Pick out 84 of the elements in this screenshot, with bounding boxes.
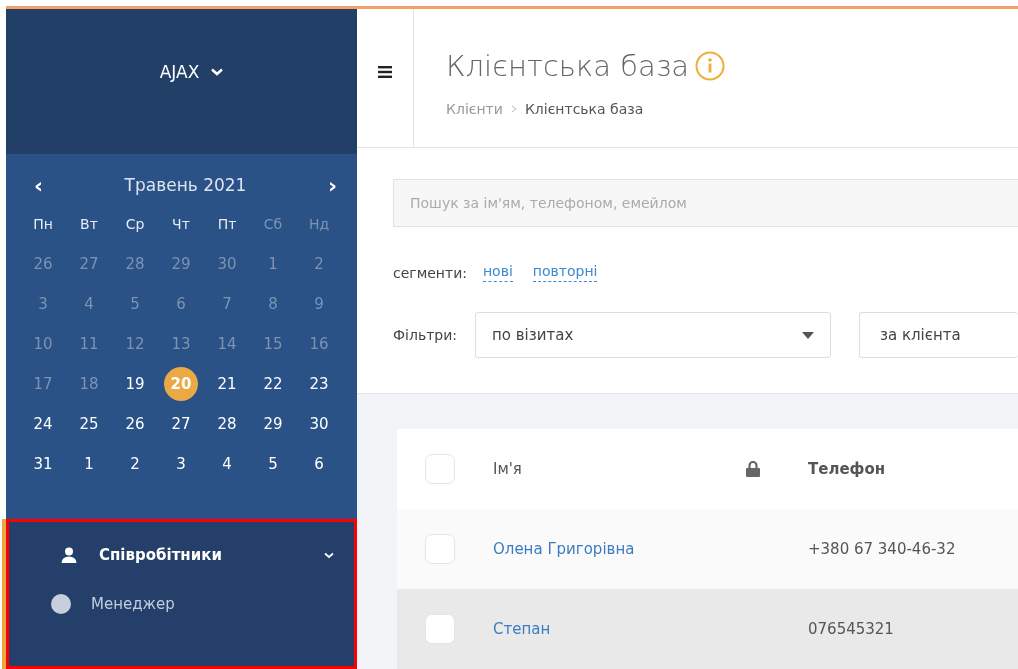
breadcrumb-link[interactable]: Клієнти bbox=[446, 101, 503, 117]
calendar-day[interactable]: 13 bbox=[164, 327, 198, 361]
month-title: Травень 2021 bbox=[124, 175, 247, 195]
calendar-day[interactable]: 10 bbox=[26, 327, 60, 361]
calendar-day[interactable]: 22 bbox=[256, 367, 290, 401]
person-icon bbox=[61, 547, 77, 563]
calendar-day[interactable]: 9 bbox=[302, 287, 336, 321]
calendar-day[interactable]: 30 bbox=[210, 247, 244, 281]
calendar-day[interactable]: 25 bbox=[72, 407, 106, 441]
table-row[interactable]: Степан 076545321 bbox=[397, 589, 1018, 669]
filters-label: Фільтри: bbox=[393, 327, 457, 344]
calendar-day[interactable]: 21 bbox=[210, 367, 244, 401]
calendar-day[interactable]: 2 bbox=[118, 447, 152, 481]
column-header: Телефон bbox=[808, 460, 886, 478]
table-row[interactable]: Олена Григорівна +380 67 340-46-32 bbox=[397, 509, 1018, 589]
calendar-day[interactable]: 3 bbox=[26, 287, 60, 321]
client-name-link[interactable]: Олена Григорівна bbox=[493, 540, 746, 558]
segment-link[interactable]: повторні bbox=[532, 263, 598, 283]
column-header: Ім'я bbox=[493, 460, 523, 478]
calendar-day[interactable]: 6 bbox=[302, 447, 336, 481]
calendar-day[interactable]: 26 bbox=[26, 247, 60, 281]
calendar-day[interactable]: 28 bbox=[210, 407, 244, 441]
weekday-label: Нд bbox=[307, 215, 331, 234]
calendar-day[interactable]: 1 bbox=[72, 447, 106, 481]
calendar-day[interactable]: 19 bbox=[118, 367, 152, 401]
chevron-down-icon bbox=[211, 67, 224, 76]
select-all-checkbox[interactable] bbox=[425, 454, 455, 484]
caret-icon bbox=[802, 331, 814, 339]
weekday-label: Пт bbox=[216, 215, 238, 234]
next-month-button[interactable]: › bbox=[321, 172, 343, 198]
weekday-label: Пн bbox=[32, 215, 54, 234]
calendar-day[interactable]: 24 bbox=[26, 407, 60, 441]
table-cell: 076545321 bbox=[808, 620, 894, 638]
calendar-day[interactable]: 29 bbox=[164, 247, 198, 281]
row-checkbox[interactable] bbox=[425, 614, 455, 644]
segments-label: сегменти: bbox=[393, 264, 467, 281]
weekday-label: Сб bbox=[262, 215, 284, 234]
calendar-day[interactable]: 28 bbox=[118, 247, 152, 281]
info-icon[interactable] bbox=[695, 51, 726, 81]
calendar-day[interactable]: 17 bbox=[26, 367, 60, 401]
search-field[interactable]: Пошук за ім'ям, телефоном, емейлом bbox=[393, 179, 1018, 228]
weekday-label: Вт bbox=[79, 215, 99, 234]
calendar-day[interactable]: 1 bbox=[256, 247, 290, 281]
calendar-day[interactable]: 27 bbox=[164, 407, 198, 441]
breadcrumb-separator-icon bbox=[510, 105, 517, 113]
calendar-day[interactable]: 8 bbox=[256, 287, 290, 321]
calendar-day[interactable]: 14 bbox=[210, 327, 244, 361]
calendar-day[interactable]: 12 bbox=[118, 327, 152, 361]
calendar-day[interactable]: 3 bbox=[164, 447, 198, 481]
row-checkbox[interactable] bbox=[425, 534, 455, 564]
company-dropdown[interactable]: AJAX bbox=[159, 61, 224, 82]
breadcrumb-link[interactable]: Клієнтська база bbox=[524, 101, 644, 117]
chevron-down-icon[interactable] bbox=[324, 551, 334, 559]
menu-icon[interactable] bbox=[378, 66, 392, 79]
segment-link[interactable]: нові bbox=[482, 263, 513, 283]
weekday-label: Ср bbox=[124, 215, 146, 234]
avatar-icon bbox=[51, 594, 71, 614]
calendar-day[interactable]: 16 bbox=[302, 327, 336, 361]
table-cell: +380 67 340-46-32 bbox=[808, 540, 956, 558]
calendar-day[interactable]: 2 bbox=[302, 247, 336, 281]
calendar-day[interactable]: 11 bbox=[72, 327, 106, 361]
calendar-day[interactable]: 4 bbox=[72, 287, 106, 321]
weekday-label: Чт bbox=[171, 215, 191, 234]
calendar-day[interactable]: 15 bbox=[256, 327, 290, 361]
filter-dropdown[interactable]: за клієнта bbox=[859, 312, 1018, 359]
calendar-day[interactable]: 31 bbox=[26, 447, 60, 481]
staff-section-title[interactable]: Співробітники bbox=[99, 546, 302, 564]
filter-dropdown[interactable]: по візитах bbox=[475, 312, 831, 359]
calendar-day[interactable]: 29 bbox=[256, 407, 290, 441]
staff-member[interactable]: Менеджер bbox=[91, 595, 175, 613]
calendar-day[interactable]: 5 bbox=[118, 287, 152, 321]
calendar-day[interactable]: 23 bbox=[302, 367, 336, 401]
calendar-day[interactable]: 30 bbox=[302, 407, 336, 441]
page-title: Клієнтська база bbox=[446, 49, 690, 83]
lock-icon bbox=[746, 461, 760, 477]
calendar-day[interactable]: 6 bbox=[164, 287, 198, 321]
calendar-day[interactable]: 18 bbox=[72, 367, 106, 401]
calendar-day[interactable]: 26 bbox=[118, 407, 152, 441]
calendar-day[interactable]: 7 bbox=[210, 287, 244, 321]
calendar-day[interactable]: 27 bbox=[72, 247, 106, 281]
calendar-day[interactable]: 4 bbox=[210, 447, 244, 481]
previous-month-button[interactable]: ‹ bbox=[28, 172, 50, 198]
client-name-link[interactable]: Степан bbox=[493, 620, 746, 638]
calendar-day[interactable]: 5 bbox=[256, 447, 290, 481]
